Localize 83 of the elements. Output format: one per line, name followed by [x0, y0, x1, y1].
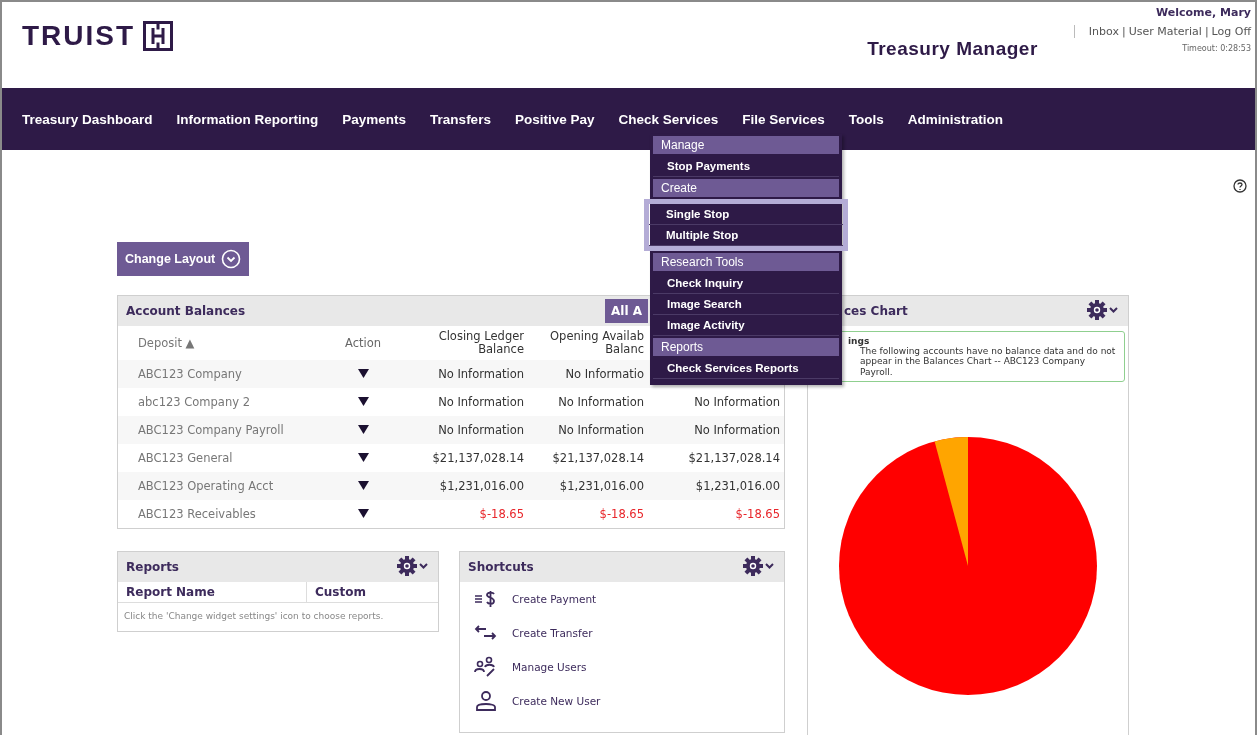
account-name[interactable]: ABC123 Receivables	[138, 507, 256, 522]
shortcut-link[interactable]: Create Transfer	[512, 627, 593, 640]
product-title: Treasury Manager	[867, 38, 1038, 60]
menu-heading: Reports	[653, 338, 839, 356]
shortcut-link[interactable]: Create Payment	[512, 593, 597, 606]
nav-item[interactable]: Check Services	[618, 111, 719, 127]
header-link[interactable]: Inbox	[1088, 25, 1119, 38]
nav-item[interactable]: Tools	[848, 111, 884, 127]
warning-title: ings	[848, 336, 871, 346]
action-caret-icon[interactable]	[357, 369, 369, 379]
nav-item[interactable]: Information Reporting	[176, 111, 319, 127]
action-caret-icon[interactable]	[357, 509, 369, 519]
nav-item[interactable]: Treasury Dashboard	[22, 111, 153, 127]
nav-item[interactable]: Administration	[907, 111, 1004, 127]
menu-heading: Research Tools	[653, 253, 839, 271]
change-layout-button[interactable]: Change Layout	[117, 242, 250, 276]
balance-cell: No Information	[438, 367, 524, 382]
menu-item[interactable]: Check Services Reports	[653, 358, 839, 379]
menu-item[interactable]: Stop Payments	[653, 156, 839, 177]
balance-cell: $-18.65	[735, 507, 780, 522]
header-link[interactable]: User Material	[1128, 25, 1202, 38]
action-caret-icon[interactable]	[357, 481, 369, 491]
balance-cell: No Information	[694, 395, 780, 410]
account-name[interactable]: abc123 Company 2	[138, 395, 250, 410]
balance-cell: No Information	[438, 395, 524, 410]
help-icon[interactable]	[1233, 179, 1247, 193]
balance-cell: $1,231,016.00	[559, 479, 644, 494]
empty-message: Click the 'Change widget settings' icon to choose reports.	[123, 610, 385, 624]
column-header[interactable]: Deposit ▲	[138, 335, 195, 350]
column-header: Report Name	[118, 582, 307, 603]
menu-heading: Manage	[653, 136, 839, 154]
balance-cell: No Information	[558, 423, 644, 438]
menu-item[interactable]: Image Activity	[653, 315, 839, 336]
timeout-text: Timeout: 0:28:53	[1182, 44, 1251, 53]
settings-icon[interactable]	[742, 554, 776, 577]
menu-item[interactable]: Multiple Stop	[649, 225, 843, 246]
menu-heading: Create	[653, 179, 839, 197]
balance-cell: No Information	[438, 423, 524, 438]
column-header: Closing Ledger Balance	[437, 330, 524, 357]
panel-title: ces Chart	[844, 304, 908, 318]
user-icon	[474, 690, 498, 713]
balance-cell: $21,137,028.14	[688, 451, 780, 466]
settings-icon[interactable]	[396, 554, 430, 577]
balance-cell: $-18.65	[479, 507, 524, 522]
panel-title: Reports	[126, 560, 179, 575]
dollar-icon	[474, 589, 498, 610]
column-header: Opening Availab Balanc	[549, 330, 644, 357]
users-icon	[474, 656, 498, 679]
warning-text: The following accounts have no balance data and do not appear in the Balances Chart -- ABC123 Company Payroll.	[859, 346, 1116, 378]
balance-cell: $-18.65	[599, 507, 644, 522]
action-caret-icon[interactable]	[357, 397, 369, 407]
balance-cell: No Informatio	[565, 367, 644, 382]
welcome-text: Welcome, Mary	[1156, 6, 1251, 19]
balance-cell: $21,137,028.14	[432, 451, 524, 466]
nav-item[interactable]: File Services	[742, 111, 825, 127]
panel-title: Account Balances	[126, 304, 246, 318]
action-caret-icon[interactable]	[357, 425, 369, 435]
link-separator: |	[1121, 25, 1126, 38]
balance-cell: No Information	[558, 395, 644, 410]
menu-item[interactable]: Image Search	[653, 294, 839, 315]
menu-item[interactable]: Check Inquiry	[653, 273, 839, 294]
link-separator: |	[1204, 25, 1209, 38]
panel-title: Shortcuts	[468, 560, 534, 575]
column-header: Action	[345, 335, 381, 350]
shortcut-link[interactable]: Create New User	[512, 695, 601, 708]
shortcut-link[interactable]: Manage Users	[512, 661, 587, 674]
balance-cell: $21,137,028.14	[552, 451, 644, 466]
balance-cell: $1,231,016.00	[439, 479, 524, 494]
menu-item[interactable]: Single Stop	[649, 204, 843, 225]
nav-item[interactable]: Transfers	[430, 111, 491, 127]
accounts-filter-button[interactable]: All A	[605, 299, 648, 323]
column-header: Custom	[314, 584, 367, 602]
balance-cell: $1,231,016.00	[695, 479, 780, 494]
nav-item[interactable]: Payments	[342, 111, 407, 127]
account-name[interactable]: ABC123 General	[138, 451, 233, 466]
logo-mark-icon	[143, 21, 174, 51]
balance-cell: No Information	[694, 423, 780, 438]
chevron-circle-icon	[221, 249, 242, 269]
header-link[interactable]: Log Off	[1211, 25, 1251, 38]
settings-icon[interactable]	[1086, 298, 1120, 321]
brand-logo: TRUIST	[22, 20, 136, 52]
action-caret-icon[interactable]	[357, 453, 369, 463]
nav-item[interactable]: Positive Pay	[514, 111, 595, 127]
